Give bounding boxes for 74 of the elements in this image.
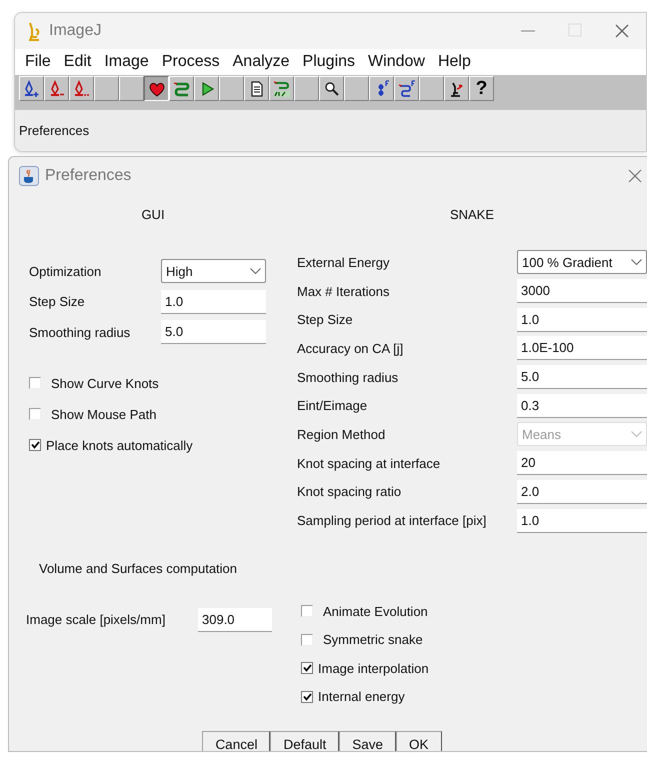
checkbox[interactable] xyxy=(301,662,313,674)
text-field[interactable]: 20 xyxy=(517,451,647,476)
field-label: Eint/Eimage xyxy=(297,398,368,414)
text-field[interactable]: 1.0 xyxy=(161,290,266,314)
text-field[interactable]: 1.0 xyxy=(517,508,647,533)
checkbox-label: Show Curve Knots xyxy=(51,376,159,390)
checkbox[interactable] xyxy=(29,408,41,420)
field-label: Max # Iterations xyxy=(297,284,390,299)
checkbox[interactable] xyxy=(29,439,41,451)
text-field[interactable]: 2.0 xyxy=(517,480,647,504)
field-label: Step Size xyxy=(29,294,86,310)
section-heading: Volume and Surfaces computation xyxy=(38,560,238,576)
text-field[interactable]: 5.0 xyxy=(161,320,266,344)
menu-item[interactable]: Window xyxy=(368,53,437,71)
text-field[interactable]: 3000 xyxy=(517,279,647,304)
text-field[interactable]: 5.0 xyxy=(517,365,647,390)
checkbox[interactable] xyxy=(301,634,313,646)
snake-sequence-icon xyxy=(272,80,290,98)
text-field[interactable]: 0.3 xyxy=(517,394,647,418)
chevron-down-icon xyxy=(631,259,642,266)
close-icon[interactable] xyxy=(614,23,630,39)
checkbox[interactable] xyxy=(301,605,313,618)
help-button[interactable]: ? xyxy=(469,76,494,101)
dropdown[interactable]: High xyxy=(161,259,266,284)
tool-button[interactable] xyxy=(144,76,169,101)
pen-plus-icon xyxy=(22,80,40,98)
checkbox-label: Place knots automatically xyxy=(46,438,193,452)
checkbox-label: Symmetric snake xyxy=(323,632,423,648)
checkbox[interactable] xyxy=(301,690,313,703)
checkbox-label: Show Mouse Path xyxy=(51,406,157,422)
dialog-button[interactable]: Save xyxy=(339,730,396,751)
menu-item[interactable]: Plugins xyxy=(302,53,368,71)
coffee-cup-icon xyxy=(19,166,39,186)
close-icon[interactable] xyxy=(627,168,643,184)
window-title: ImageJ xyxy=(49,22,102,40)
field-label: Knot spacing at interface xyxy=(297,456,442,471)
field-label: Smoothing radius xyxy=(29,324,132,340)
field-label: Image scale [pixels/mm] xyxy=(26,612,166,628)
field-label: External Energy xyxy=(297,254,390,270)
text-field[interactable]: 1.0 xyxy=(517,308,647,332)
checkbox-label: Image interpolation xyxy=(318,660,429,676)
status-text: Preferences xyxy=(19,122,90,138)
dialog-button[interactable]: Cancel xyxy=(202,730,270,751)
field-label: Smoothing radius xyxy=(297,370,400,385)
text-field[interactable]: 309.0 xyxy=(198,608,272,632)
section-heading: SNAKE xyxy=(448,207,496,222)
pen-minus-icon xyxy=(72,80,90,98)
menu-item[interactable]: Image xyxy=(104,53,161,71)
field-label: Knot spacing ratio xyxy=(297,484,402,500)
magnifier-icon xyxy=(322,80,340,98)
checkbox[interactable] xyxy=(29,377,41,389)
field-label: Optimization xyxy=(29,264,102,279)
microscope-icon xyxy=(27,21,41,41)
snake-icon xyxy=(172,80,190,98)
menu-item[interactable]: Help xyxy=(438,53,483,71)
dropdown[interactable]: 100 % Gradient xyxy=(517,250,647,274)
menu-item[interactable]: Process xyxy=(162,53,232,71)
menu-item[interactable]: Analyze xyxy=(232,53,302,71)
dialog-title: Preferences xyxy=(45,166,132,184)
field-label: Step Size xyxy=(297,312,354,328)
text-field[interactable]: 1.0E-100 xyxy=(517,336,647,360)
menu-item[interactable]: File xyxy=(25,53,63,71)
field-label: Sampling period at interface [pix] xyxy=(297,513,488,528)
field-label: Region Method xyxy=(297,426,386,442)
section-heading: GUI xyxy=(140,207,166,222)
checkbox-label: Animate Evolution xyxy=(323,604,428,619)
dialog-button[interactable]: Default xyxy=(270,730,340,751)
snake-line-icon xyxy=(398,80,416,98)
menu-item[interactable]: Edit xyxy=(64,53,104,71)
chevron-down-icon xyxy=(631,431,642,438)
field-label: Accuracy on CA [j] xyxy=(297,340,404,356)
checkbox-label: Internal energy xyxy=(318,689,405,704)
chevron-down-icon xyxy=(250,268,261,274)
dialog-button[interactable]: OK xyxy=(396,730,442,751)
